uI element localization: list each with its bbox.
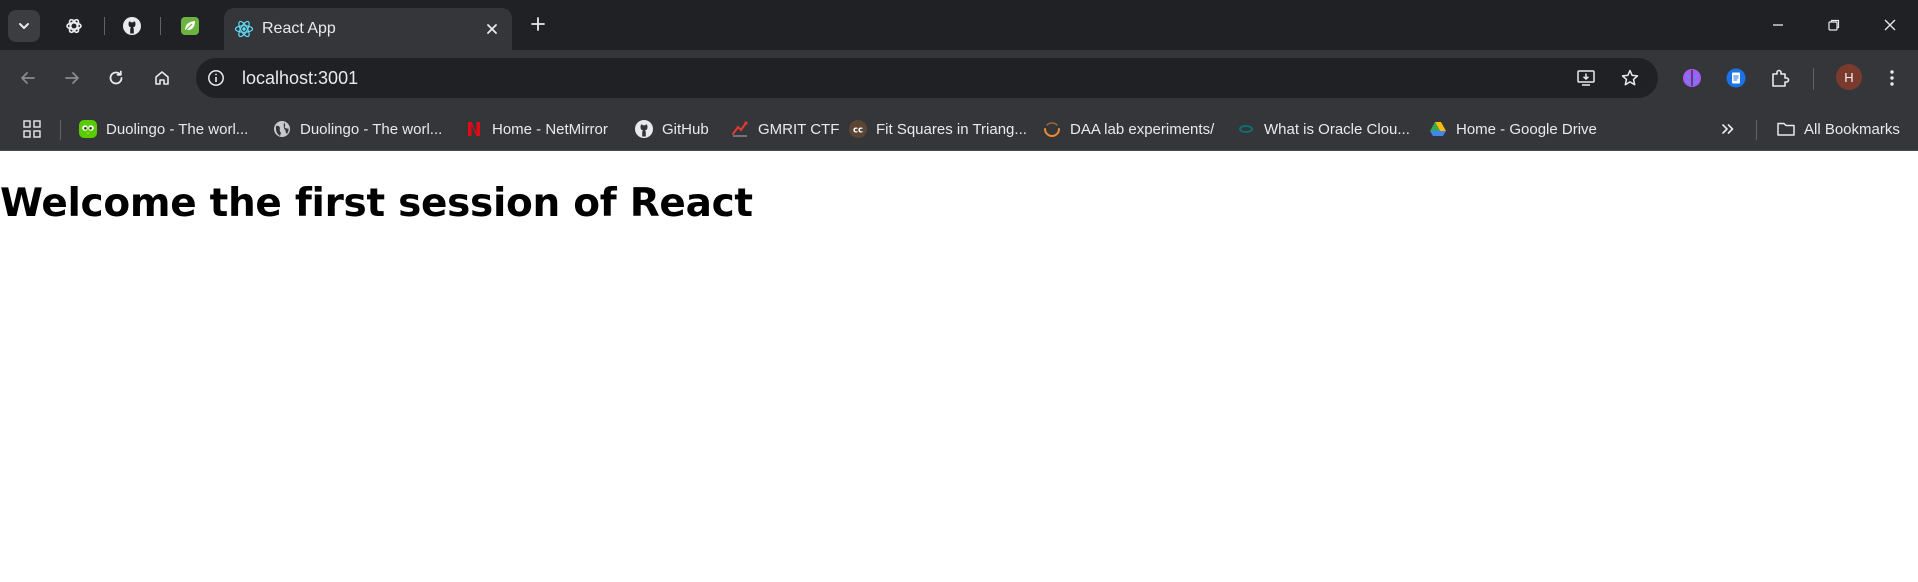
bookmarks-separator [1756, 120, 1757, 140]
apps-button[interactable] [20, 117, 44, 141]
bookmark-label: Duolingo - The worl... [106, 120, 249, 138]
loader-icon [1042, 119, 1062, 139]
forward-button[interactable] [56, 62, 88, 94]
svg-text:cc: cc [853, 126, 863, 136]
document-icon [1726, 68, 1746, 88]
bookmark-daa-lab[interactable]: DAA lab experiments/ [1042, 116, 1214, 142]
home-button[interactable] [146, 62, 178, 94]
bookmarks-separator [60, 120, 61, 140]
react-icon [234, 19, 254, 39]
tab-react-app[interactable]: React App [224, 8, 512, 50]
all-bookmarks-button[interactable]: All Bookmarks [1776, 116, 1900, 142]
page-content: Welcome the first session of React [0, 151, 1918, 582]
netmirror-icon [464, 119, 484, 139]
github-icon [123, 17, 141, 35]
folder-icon [1776, 119, 1796, 139]
close-icon [1884, 19, 1896, 31]
arrow-left-icon [21, 72, 35, 84]
chevron-down-icon [19, 23, 29, 29]
duolingo-icon [78, 119, 98, 139]
github-icon [634, 119, 654, 139]
chevron-double-right-icon [1722, 124, 1734, 134]
bookmark-oracle-cloud[interactable]: What is Oracle Clou... [1236, 116, 1410, 142]
toolbar-separator [1813, 68, 1814, 90]
browser-toolbar: localhost:3001 H [0, 50, 1918, 108]
extension-docs[interactable] [1720, 62, 1752, 94]
bookmark-duolingo-2[interactable]: Duolingo - The worl... [272, 116, 442, 142]
url-text[interactable]: localhost:3001 [242, 68, 358, 89]
tab-search-button[interactable] [8, 10, 40, 42]
extensions-button[interactable] [1764, 62, 1796, 94]
close-tab-icon[interactable] [482, 19, 502, 39]
cc-icon: cc [848, 119, 868, 139]
reload-icon [109, 70, 123, 85]
bookmark-netmirror[interactable]: Home - NetMirror [464, 116, 608, 142]
plus-icon [531, 17, 545, 31]
bookmark-star-icon[interactable] [1616, 64, 1644, 92]
bookmark-label: GMRIT CTF [758, 120, 840, 138]
all-bookmarks-label: All Bookmarks [1804, 120, 1900, 138]
bookmark-duolingo-1[interactable]: Duolingo - The worl... [78, 116, 248, 142]
bookmark-google-drive[interactable]: Home - Google Drive [1428, 116, 1597, 142]
back-button[interactable] [12, 62, 44, 94]
page-heading: Welcome the first session of React [0, 181, 753, 226]
pinned-tab-chatgpt[interactable] [56, 10, 92, 42]
tab-separator [104, 17, 105, 35]
profile-avatar[interactable]: H [1836, 64, 1862, 90]
extension-brain[interactable] [1676, 62, 1708, 94]
chatgpt-icon [66, 18, 82, 34]
address-bar[interactable]: localhost:3001 [196, 58, 1658, 98]
bookmark-label: Home - NetMirror [492, 120, 608, 138]
bookmark-label: DAA lab experiments/ [1070, 120, 1215, 138]
ctf-icon [730, 119, 750, 139]
bookmark-label: Fit Squares in Triang... [876, 120, 1027, 138]
new-tab-button[interactable] [526, 12, 550, 36]
arrow-right-icon [65, 72, 79, 84]
bookmark-label: Home - Google Drive [1456, 120, 1597, 138]
bookmark-label: Duolingo - The worl... [300, 120, 443, 138]
bookmarks-bar: Duolingo - The worl... Duolingo - The wo… [0, 108, 1918, 151]
bookmark-github[interactable]: GitHub [634, 116, 709, 142]
tab-title: React App [262, 20, 336, 37]
install-app-icon[interactable] [1572, 64, 1600, 92]
reload-button[interactable] [100, 62, 132, 94]
more-bookmarks-button[interactable] [1716, 117, 1740, 141]
restore-icon [1828, 19, 1840, 31]
globe-icon [272, 119, 292, 139]
more-vert-icon [1890, 70, 1894, 86]
tab-separator [160, 17, 161, 35]
spring-leaf-icon [181, 17, 199, 35]
home-icon [155, 71, 169, 85]
pinned-tab-spring[interactable] [172, 10, 208, 42]
apps-grid-icon [23, 120, 41, 138]
oracle-cloud-icon [1236, 119, 1256, 139]
browser-menu-button[interactable] [1876, 62, 1908, 94]
restore-button[interactable] [1818, 10, 1850, 40]
minimize-button[interactable] [1762, 10, 1794, 40]
pinned-tab-github[interactable] [114, 10, 150, 42]
close-window-button[interactable] [1874, 10, 1906, 40]
tab-strip: React App [0, 0, 1918, 50]
bookmark-label: GitHub [662, 120, 709, 138]
brain-icon [1683, 69, 1701, 87]
bookmark-fit-squares[interactable]: cc Fit Squares in Triang... [848, 116, 1027, 142]
puzzle-icon [1772, 69, 1790, 87]
google-drive-icon [1428, 119, 1448, 139]
bookmark-label: What is Oracle Clou... [1264, 120, 1410, 138]
bookmark-gmrit-ctf[interactable]: GMRIT CTF [730, 116, 839, 142]
minimize-icon [1773, 24, 1783, 26]
site-info-icon[interactable] [204, 66, 228, 90]
